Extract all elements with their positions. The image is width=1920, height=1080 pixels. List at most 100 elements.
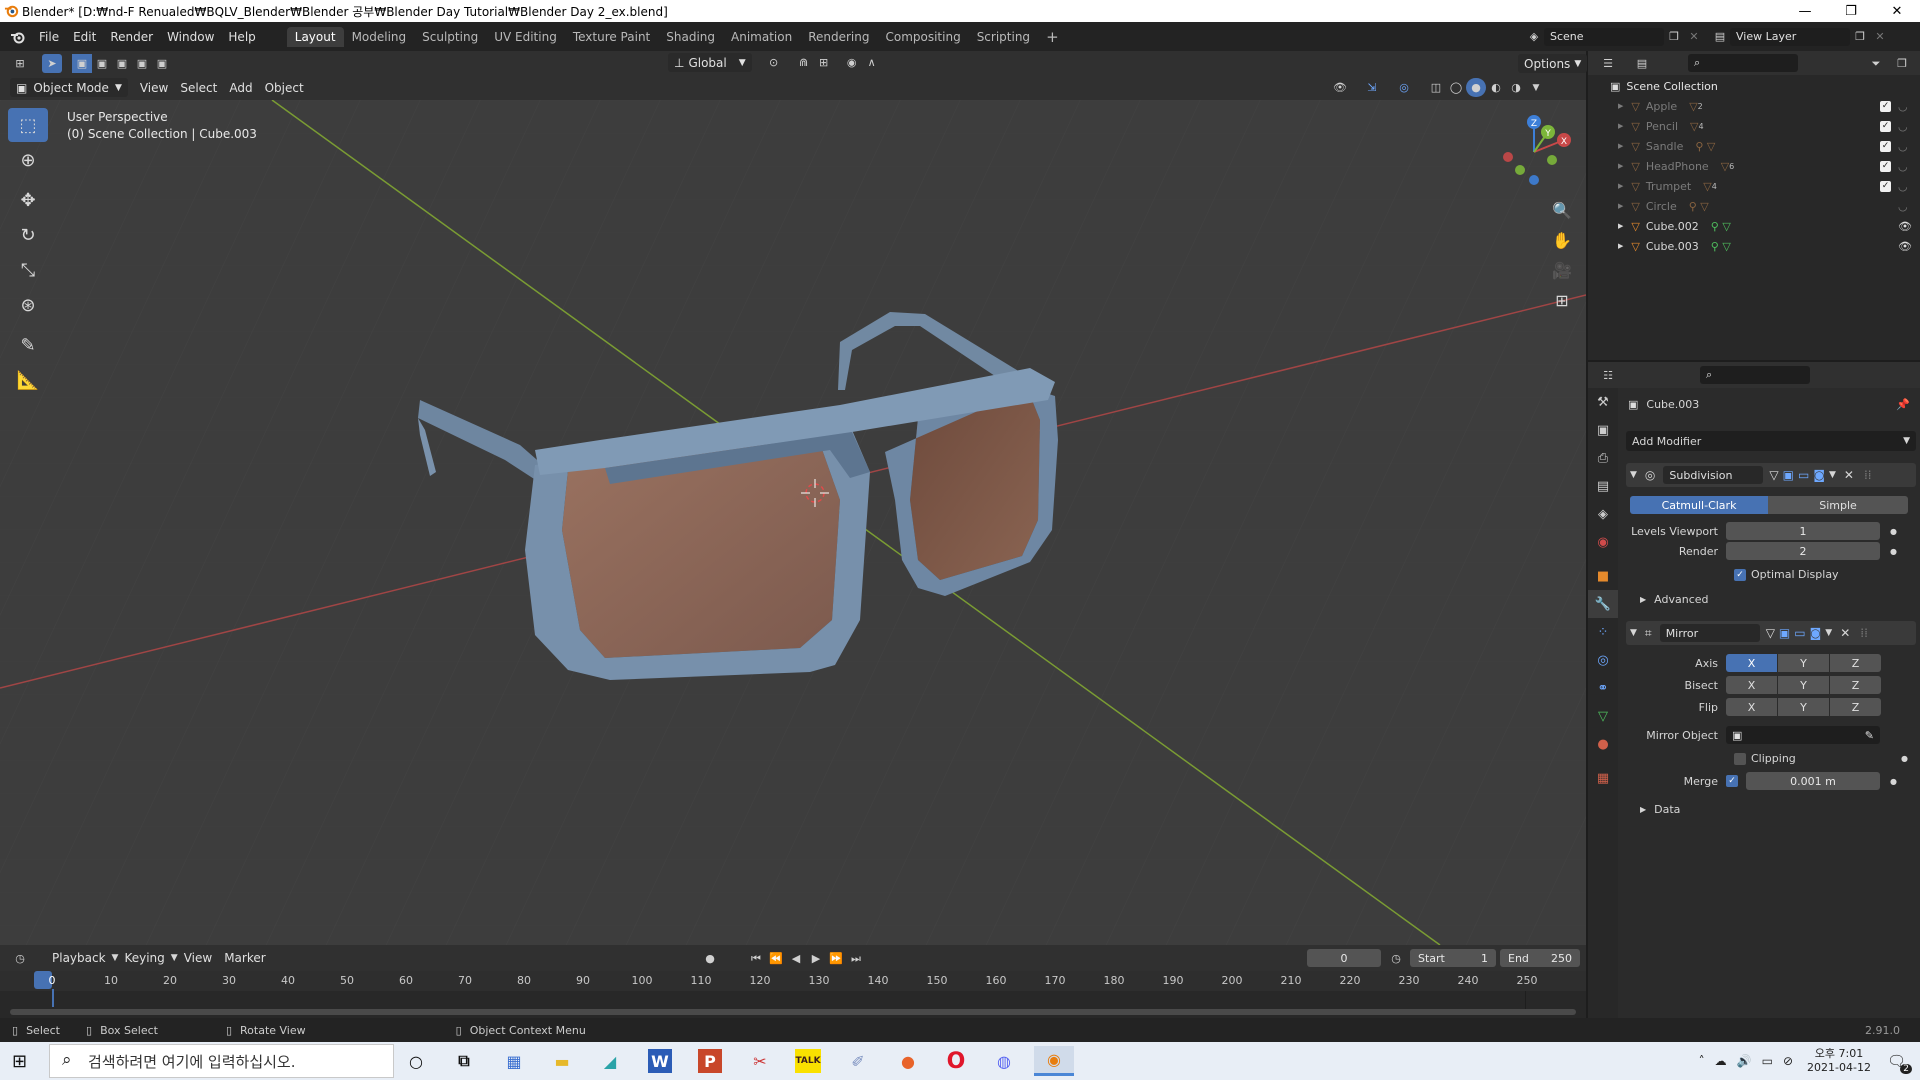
expand-chevron-icon[interactable]: ▶ — [1618, 242, 1623, 250]
tab-layout[interactable]: Layout — [286, 26, 344, 47]
tray-clock[interactable]: 오후 7:01 2021-04-12 — [1807, 1047, 1871, 1075]
outliner-item[interactable]: ▶ ▽ Apple ▽ 2 ✓ ◡ — [1588, 96, 1920, 116]
snap-icon[interactable]: ⋒ — [794, 53, 814, 72]
tab-scripting[interactable]: Scripting — [969, 27, 1038, 47]
subdivision-modifier-header[interactable]: ▼ ◎ Subdivision ▽ ▣ ▭ ◙ ▼ ✕ ⁞⁞ — [1626, 463, 1916, 487]
constraints-tab-icon[interactable]: ⚭ — [1588, 674, 1618, 702]
xray-icon[interactable]: ◫ — [1426, 78, 1446, 97]
timeline-scrollbar[interactable] — [10, 1009, 1576, 1015]
bisect-x-button[interactable]: X — [1726, 676, 1777, 694]
shading-options-icon[interactable]: ▼ — [1526, 78, 1546, 97]
menu-render[interactable]: Render — [103, 30, 160, 44]
pan-hand-icon[interactable]: ✋ — [1548, 225, 1576, 255]
modifier-tab-icon[interactable]: 🔧 — [1588, 590, 1618, 618]
keyframe-dot-icon[interactable]: ● — [1890, 547, 1897, 556]
menu-add[interactable]: Add — [223, 78, 258, 97]
cortana-icon[interactable]: ○ — [396, 1046, 436, 1076]
expand-chevron-icon[interactable]: ▶ — [1618, 102, 1623, 110]
select-new-icon[interactable]: ▣ — [72, 53, 92, 73]
expand-chevron-icon[interactable]: ▶ — [1618, 222, 1623, 230]
tab-animation[interactable]: Animation — [723, 27, 800, 47]
flip-y-button[interactable]: Y — [1778, 698, 1829, 716]
app-powerpoint-icon[interactable]: P — [698, 1049, 722, 1073]
collapse-icon[interactable]: ▼ — [1630, 628, 1637, 638]
select-extend-icon[interactable]: ▣ — [92, 54, 112, 73]
zoom-icon[interactable]: 🔍 — [1548, 195, 1576, 225]
outliner-search-input[interactable]: ⌕ — [1688, 54, 1798, 72]
display-mode-icon[interactable]: ▤ — [1632, 54, 1652, 73]
object-mode-dropdown[interactable]: ▣ Object Mode ▼ — [10, 78, 128, 97]
move-icon[interactable]: ✥ — [8, 183, 48, 217]
solid-shading-icon[interactable]: ● — [1466, 78, 1486, 97]
outliner-item[interactable]: ▶ ▽ HeadPhone ▽ 6 ✓ ◡ — [1588, 156, 1920, 176]
render-toggle-icon[interactable]: ◙ — [1810, 626, 1822, 640]
select-intersect-icon[interactable]: ▣ — [152, 54, 172, 73]
gizmo-toggle-icon[interactable]: ⇲ — [1362, 78, 1382, 97]
app-file-explorer-icon[interactable]: ▬ — [542, 1046, 582, 1076]
app-control-panel-icon[interactable]: ▦ — [494, 1046, 534, 1076]
tab-texture-paint[interactable]: Texture Paint — [565, 27, 658, 47]
drag-handle-icon[interactable]: ⁞⁞ — [1860, 626, 1868, 640]
axis-y-button[interactable]: Y — [1778, 654, 1829, 672]
scene-tab-icon[interactable]: ◈ — [1588, 500, 1618, 528]
editmode-toggle-icon[interactable]: ▽ — [1769, 468, 1778, 482]
menu-view-timeline[interactable]: View — [178, 949, 218, 968]
chevron-down-icon[interactable]: ▼ — [1825, 628, 1832, 638]
menu-marker[interactable]: Marker — [218, 949, 271, 968]
output-tab-icon[interactable]: ⎙ — [1588, 444, 1618, 472]
properties-editor-icon[interactable]: ☷ — [1598, 366, 1618, 385]
outliner-root[interactable]: ▣ Scene Collection — [1588, 76, 1920, 96]
mirror-object-field[interactable]: ▣ ✎ — [1726, 726, 1880, 744]
menu-edit[interactable]: Edit — [66, 30, 103, 44]
record-icon[interactable]: ● — [700, 949, 720, 968]
view-layer-icon[interactable]: ▤ — [1710, 27, 1730, 46]
select-mode-icon[interactable]: ➤ — [42, 53, 62, 73]
exclude-checkbox[interactable]: ✓ — [1880, 180, 1891, 192]
flip-x-button[interactable]: X — [1726, 698, 1777, 716]
new-scene-icon[interactable]: ❐ — [1664, 27, 1684, 46]
outliner-item[interactable]: ▶ ▽ Pencil ▽ 4 ✓ ◡ — [1588, 116, 1920, 136]
menu-window[interactable]: Window — [160, 30, 221, 44]
texture-tab-icon[interactable]: ▦ — [1588, 764, 1618, 792]
expand-chevron-icon[interactable]: ▶ — [1618, 122, 1623, 130]
material-tab-icon[interactable]: ● — [1588, 730, 1618, 758]
outliner-item[interactable]: ▶ ▽ Cube.003 ⚲ ▽ 👁 — [1588, 236, 1920, 256]
cage-toggle-icon[interactable]: ▣ — [1783, 468, 1794, 482]
levels-viewport-field[interactable]: 1 — [1726, 522, 1880, 540]
cage-toggle-icon[interactable]: ▣ — [1779, 626, 1790, 640]
transform-icon[interactable]: ⊛ — [8, 288, 48, 322]
app-word-icon[interactable]: W — [648, 1049, 672, 1073]
close-icon[interactable]: ✕ — [1874, 0, 1920, 22]
taskbar-search-input[interactable]: ⌕ 검색하려면 여기에 입력하십시오. — [49, 1044, 394, 1078]
menu-playback[interactable]: Playback — [46, 949, 112, 968]
scene-icon[interactable]: ◈ — [1524, 27, 1544, 46]
optimal-display-row[interactable]: ✓ Optimal Display — [1734, 568, 1839, 581]
object-tab-icon[interactable]: ■ — [1588, 562, 1618, 590]
select-subtract-icon[interactable]: ▣ — [112, 54, 132, 73]
select-invert-icon[interactable]: ▣ — [132, 54, 152, 73]
tab-uv-editing[interactable]: UV Editing — [486, 27, 565, 47]
start-frame-field[interactable]: Start 1 — [1410, 949, 1496, 967]
pin-icon[interactable]: 📌 — [1896, 398, 1910, 411]
remove-modifier-icon[interactable]: ✕ — [1844, 468, 1854, 482]
outliner-item[interactable]: ▶ ▽ Circle ⚲ ▽ ◡ — [1588, 196, 1920, 216]
snap-target-icon[interactable]: ⊞ — [814, 53, 834, 72]
select-box-icon[interactable]: ⬚ — [8, 108, 48, 142]
bisect-z-button[interactable]: Z — [1830, 676, 1881, 694]
blender-menu-icon[interactable] — [10, 29, 26, 45]
exclude-checkbox[interactable]: ✓ — [1880, 140, 1891, 152]
mirror-name-field[interactable]: Mirror — [1659, 624, 1760, 642]
wireframe-shading-icon[interactable]: ◯ — [1446, 78, 1466, 97]
outliner-editor-icon[interactable]: ☰ — [1598, 54, 1618, 73]
app-firefox-icon[interactable]: ● — [888, 1046, 928, 1076]
app-kakaotalk-icon[interactable]: TALK — [795, 1049, 821, 1073]
drag-handle-icon[interactable]: ⁞⁞ — [1864, 468, 1872, 482]
axis-x-button[interactable]: X — [1726, 654, 1777, 672]
camera-view-icon[interactable]: 🎥 — [1548, 255, 1576, 285]
jump-end-icon[interactable]: ⏭ — [846, 949, 866, 968]
scale-icon[interactable]: ⤡ — [8, 253, 48, 287]
visibility-eye-icon[interactable]: 👁 — [1898, 220, 1912, 233]
options-dropdown[interactable]: Options ▼ — [1518, 54, 1588, 73]
rotate-icon[interactable]: ↻ — [8, 218, 48, 252]
tab-sculpting[interactable]: Sculpting — [414, 27, 486, 47]
